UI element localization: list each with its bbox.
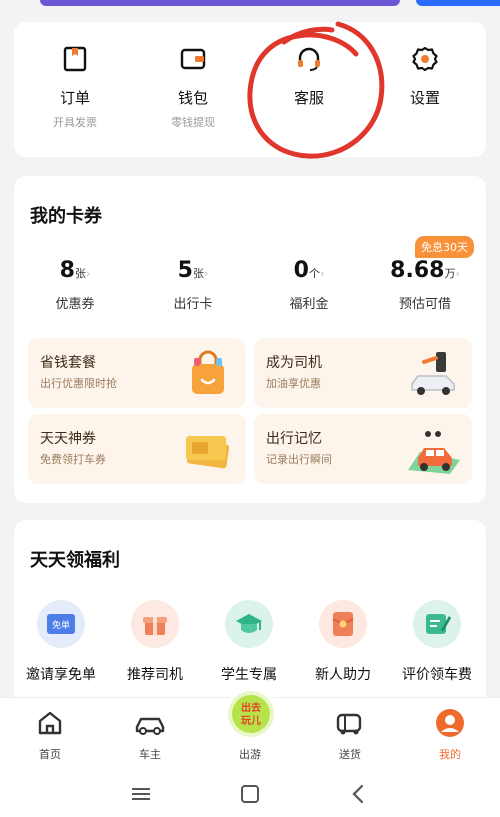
- top-banner-left[interactable]: [40, 0, 400, 6]
- fuel-car-icon: [411, 352, 455, 395]
- travel-badge-text-2: 玩儿: [241, 715, 261, 727]
- promo-desc: 免费领打车券: [40, 453, 106, 466]
- car-icon: [110, 708, 190, 738]
- promo-travel-memory[interactable]: 出行记忆 记录出行瞬间: [254, 414, 472, 484]
- quick-actions-card: 订单 开具发票 钱包 零钱提现 客服 设置: [14, 22, 486, 157]
- tab-label: 我的: [439, 748, 461, 761]
- welfare-invite-free-ride[interactable]: 免单 邀请享免单: [14, 600, 108, 684]
- promo-savings-package[interactable]: 省钱套餐 出行优惠限时抢: [28, 338, 246, 408]
- truck-icon: [310, 708, 390, 738]
- red-envelope-icon: [319, 600, 367, 648]
- stat-estimated-loan[interactable]: 8.68万› 预估可借: [366, 258, 484, 312]
- interest-free-badge: 免息30天: [415, 236, 474, 258]
- chevron-right-icon: ›: [319, 267, 325, 280]
- customer-service-button[interactable]: 客服: [250, 44, 368, 132]
- welfare-newbie-boost[interactable]: 新人助力: [296, 600, 390, 684]
- ticket-icon: [186, 436, 230, 469]
- stat-name: 出行卡: [173, 297, 213, 312]
- stat-welfare-funds[interactable]: 0个› 福利金: [250, 258, 368, 312]
- stat-unit: 个: [308, 267, 320, 280]
- welfare-label: 新人助力: [315, 667, 371, 683]
- stat-value: 5: [177, 258, 193, 283]
- welfare-student-exclusive[interactable]: 学生专属: [202, 600, 296, 684]
- promo-daily-coupons[interactable]: 天天神券 免费领打车券: [28, 414, 246, 484]
- order-label: 订单: [59, 89, 90, 107]
- stat-value: 8.68: [390, 258, 445, 283]
- tab-home[interactable]: 首页: [10, 708, 90, 762]
- coupons-title: 我的卡券: [30, 206, 102, 227]
- welfare-label: 推荐司机: [127, 667, 183, 683]
- gift-icon: [131, 600, 179, 648]
- free-ticket-icon-text: 免单: [52, 619, 70, 631]
- wallet-label: 钱包: [177, 89, 208, 107]
- wallet-sub: 零钱提现: [171, 116, 215, 129]
- order-sub: 开具发票: [53, 116, 97, 129]
- stat-travel-cards[interactable]: 5张› 出行卡: [134, 258, 252, 312]
- travel-promo-badge[interactable]: 出去 玩儿: [224, 687, 278, 741]
- promo-desc: 加油享优惠: [266, 377, 321, 390]
- tab-label: 首页: [39, 748, 61, 761]
- promo-desc: 记录出行瞬间: [266, 453, 332, 466]
- order-icon: [60, 44, 90, 74]
- welfare-review-reward[interactable]: 评价领车费: [390, 600, 484, 684]
- coupons-card: 我的卡券 免息30天 8张› 优惠券 5张› 出行卡 0个› 福利金 8.68万…: [14, 176, 486, 503]
- stat-coupons[interactable]: 8张› 优惠券: [16, 258, 134, 312]
- settings-button[interactable]: 设置: [366, 44, 484, 132]
- promo-title: 省钱套餐: [40, 355, 96, 371]
- chevron-right-icon: ›: [203, 267, 209, 280]
- stat-name: 福利金: [289, 297, 329, 312]
- settings-label: 设置: [409, 89, 440, 107]
- promo-title: 出行记忆: [266, 431, 322, 447]
- promo-title: 成为司机: [266, 355, 322, 371]
- stat-name: 优惠券: [55, 297, 95, 312]
- stat-unit: 张: [74, 267, 86, 280]
- order-button[interactable]: 订单 开具发票: [16, 44, 134, 132]
- profile-icon: [410, 708, 490, 738]
- menu-icon[interactable]: [126, 782, 156, 806]
- tab-car-owner[interactable]: 车主: [110, 708, 190, 762]
- review-icon: [413, 600, 461, 648]
- welfare-label: 评价领车费: [402, 667, 472, 683]
- gear-icon: [410, 44, 440, 74]
- tab-label: 车主: [139, 748, 161, 761]
- travel-badge-icon: 出去 玩儿: [228, 691, 274, 737]
- stat-value: 8: [59, 258, 75, 283]
- customer-service-sub: [250, 114, 368, 132]
- chevron-right-icon: ›: [85, 267, 91, 280]
- promo-title: 天天神券: [40, 431, 96, 447]
- promo-desc: 出行优惠限时抢: [40, 377, 117, 390]
- home-square-icon[interactable]: [235, 782, 265, 806]
- welfare-recommend-driver[interactable]: 推荐司机: [108, 600, 202, 684]
- free-ticket-icon: 免单: [37, 600, 85, 648]
- graduation-cap-icon: [225, 600, 273, 648]
- memory-car-icon: [408, 431, 460, 474]
- welfare-label: 学生专属: [221, 667, 277, 683]
- tab-label: 送货: [339, 748, 361, 761]
- home-icon: [10, 708, 90, 738]
- welfare-title: 天天领福利: [30, 550, 120, 571]
- shopping-bag-icon: [192, 350, 224, 394]
- chevron-right-icon: ›: [455, 267, 460, 280]
- stat-unit: 万: [444, 267, 456, 280]
- tab-profile[interactable]: 我的: [410, 708, 490, 762]
- back-icon[interactable]: [343, 782, 373, 806]
- travel-badge-text: 出去: [241, 701, 261, 714]
- tab-delivery[interactable]: 送货: [310, 708, 390, 762]
- top-banner-right[interactable]: [416, 0, 500, 6]
- welfare-label: 邀请享免单: [26, 667, 96, 683]
- customer-service-label: 客服: [293, 89, 324, 107]
- wallet-icon: [178, 44, 208, 74]
- settings-sub: [366, 114, 484, 132]
- system-nav-bar: [0, 770, 500, 817]
- stat-value: 0: [293, 258, 309, 283]
- stat-unit: 张: [192, 267, 204, 280]
- tab-label: 出游: [239, 748, 261, 761]
- wallet-button[interactable]: 钱包 零钱提现: [134, 44, 252, 132]
- headset-icon: [294, 44, 324, 74]
- stat-name: 预估可借: [398, 297, 451, 312]
- promo-become-driver[interactable]: 成为司机 加油享优惠: [254, 338, 472, 408]
